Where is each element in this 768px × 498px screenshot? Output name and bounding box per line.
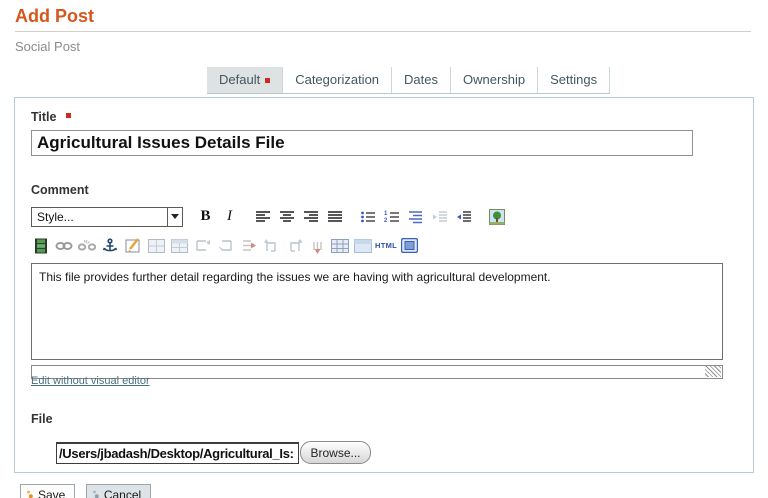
form-actions: Save Cancel [20,484,768,498]
browse-button[interactable]: Browse... [300,441,371,464]
tab-ownership[interactable]: Ownership [450,67,537,93]
bold-icon[interactable]: B [196,208,215,226]
save-arrow-icon [26,489,34,498]
tab-dates[interactable]: Dates [391,67,450,93]
file-label: File [31,412,53,426]
table-properties-icon[interactable] [169,237,189,254]
add-column-after-icon[interactable] [284,237,304,254]
editor-toolbar-row2: HTML [31,235,737,256]
align-right-icon[interactable] [301,208,320,226]
page-title: Add Post [15,6,751,32]
tab-settings[interactable]: Settings [537,67,610,93]
insert-media-icon[interactable] [31,237,51,254]
save-button[interactable]: Save [20,484,75,498]
file-path-input[interactable] [56,442,299,464]
outdent-icon[interactable] [430,208,449,226]
editor-toolbar-row1: Style... B I 12 [31,206,737,227]
tab-default[interactable]: Default [207,67,282,93]
align-left-icon[interactable] [253,208,272,226]
cancel-button[interactable]: Cancel [86,484,151,498]
comment-label: Comment [31,183,89,197]
add-row-before-icon[interactable] [192,237,212,254]
italic-icon[interactable]: I [220,208,239,226]
required-icon [66,113,71,118]
fieldset-tabs: Default Categorization Dates Ownership S… [207,67,768,94]
ordered-list-icon[interactable]: 12 [382,208,401,226]
table-style-icon[interactable] [353,237,373,254]
comment-editor-area[interactable]: This file provides further detail regard… [31,263,723,360]
zoom-editor-icon[interactable] [399,237,419,254]
add-column-before-icon[interactable] [261,237,281,254]
content-type-subtitle: Social Post [15,39,753,54]
svg-text:1: 1 [384,211,388,217]
cancel-arrow-icon [92,489,100,498]
resize-grip-icon[interactable] [705,366,721,377]
file-field: File Browse... [31,410,737,464]
title-field: Title [31,108,737,156]
insert-link-icon[interactable] [54,237,74,254]
svg-text:2: 2 [384,218,388,224]
insert-anchor-icon[interactable] [100,237,120,254]
edit-without-visual-editor-link[interactable]: Edit without visual editor [31,375,150,387]
definition-list-icon[interactable] [406,208,425,226]
title-label: Title [31,110,56,124]
remove-row-icon[interactable] [238,237,258,254]
tab-categorization[interactable]: Categorization [282,67,391,93]
edit-note-icon[interactable] [123,237,143,254]
remove-link-icon[interactable] [77,237,97,254]
unordered-list-icon[interactable] [358,208,377,226]
align-center-icon[interactable] [277,208,296,226]
add-row-after-icon[interactable] [215,237,235,254]
remove-column-icon[interactable] [307,237,327,254]
table-grid-icon[interactable] [330,237,350,254]
comment-field: Comment Style... B I 12 [31,181,737,391]
insert-table-icon[interactable] [146,237,166,254]
page-header: Add Post Social Post [0,0,768,54]
html-source-icon[interactable]: HTML [376,237,396,254]
chevron-down-icon [167,208,182,226]
add-post-form: Title Comment Style... B I 12 [14,97,754,473]
indent-icon[interactable] [454,208,473,226]
style-select[interactable]: Style... [31,207,183,227]
required-icon [265,78,270,83]
insert-image-icon[interactable] [487,208,506,226]
title-input[interactable] [31,130,693,156]
justify-icon[interactable] [325,208,344,226]
